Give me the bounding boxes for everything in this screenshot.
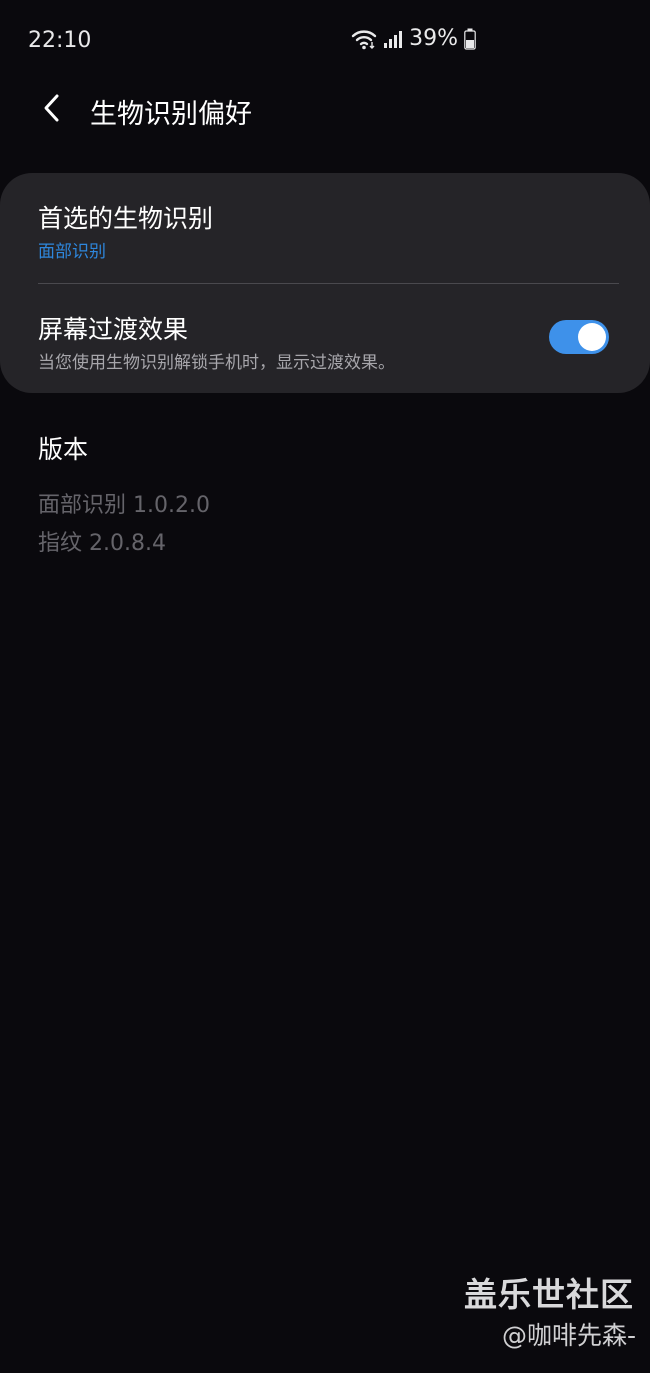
settings-card: 首选的生物识别 面部识别 屏幕过渡效果 当您使用生物识别解锁手机时，显示过渡效果… <box>0 173 650 393</box>
screen-transition-title: 屏幕过渡效果 <box>38 315 189 344</box>
status-time: 22:10 <box>28 28 92 53</box>
page-title: 生物识别偏好 <box>90 99 252 130</box>
preferred-biometric-value: 面部识别 <box>38 242 106 262</box>
screen-transition-description: 当您使用生物识别解锁手机时，显示过渡效果。 <box>38 353 395 373</box>
preferred-biometric-title: 首选的生物识别 <box>38 204 214 233</box>
fingerprint-version: 指纹 2.0.8.4 <box>38 531 166 556</box>
preferred-biometric-row[interactable]: 首选的生物识别 面部识别 <box>0 173 650 283</box>
screen-transition-toggle[interactable] <box>549 320 609 354</box>
screen-transition-row[interactable]: 屏幕过渡效果 当您使用生物识别解锁手机时，显示过渡效果。 <box>0 284 650 393</box>
status-icons: 39% <box>351 26 476 51</box>
status-bar: 22:10 39% <box>0 0 650 80</box>
wifi-icon <box>351 28 377 50</box>
watermark-author: @咖啡先森- <box>501 1321 636 1350</box>
battery-icon <box>464 28 476 50</box>
app-bar: 生物识别偏好 <box>0 80 650 140</box>
back-button[interactable] <box>32 90 72 130</box>
toggle-knob <box>578 323 606 351</box>
version-header: 版本 <box>38 435 89 464</box>
watermark-site: 盖乐世社区 <box>464 1275 634 1314</box>
face-recognition-version: 面部识别 1.0.2.0 <box>38 493 210 518</box>
battery-percent: 39% <box>409 26 458 51</box>
chevron-left-icon <box>42 93 62 127</box>
signal-icon <box>383 29 403 49</box>
